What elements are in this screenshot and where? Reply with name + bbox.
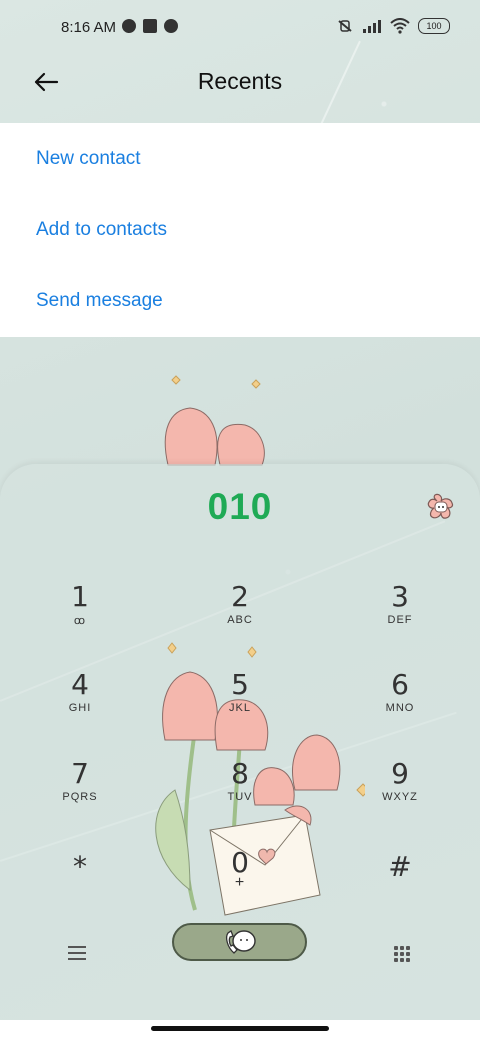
- add-to-contacts-option[interactable]: Add to contacts: [0, 194, 480, 265]
- dialpad-key-5[interactable]: 5 JKL: [180, 670, 300, 750]
- new-contact-option[interactable]: New contact: [0, 123, 480, 194]
- notification-icons: [122, 19, 178, 33]
- dialpad-key-1[interactable]: 1ꝏ: [20, 582, 140, 662]
- mute-vibrate-icon: [338, 20, 352, 32]
- dialpad-key-9[interactable]: 9 WXYZ: [340, 759, 460, 839]
- status-bar: 8:16 AM 100: [0, 0, 480, 56]
- call-button[interactable]: [172, 923, 307, 961]
- hamburger-menu-icon[interactable]: [68, 946, 86, 964]
- system-icons: 100: [336, 18, 450, 34]
- notification-app-icon: [164, 19, 178, 33]
- send-message-option[interactable]: Send message: [0, 265, 480, 336]
- battery-icon: 100: [418, 18, 450, 34]
- notification-app-icon: [122, 19, 136, 33]
- number-actions-menu: New contact Add to contacts Send message: [0, 123, 480, 337]
- dialpad-key-6[interactable]: 6 MNO: [340, 670, 460, 750]
- dialpad-key-3[interactable]: 3 DEF: [340, 582, 460, 662]
- dialpad-key-2[interactable]: 2 ABC: [180, 582, 300, 662]
- app-header: Recents: [0, 56, 480, 122]
- dialpad-key-0[interactable]: 0 +: [180, 848, 300, 928]
- dialpad-key-8[interactable]: 8 TUV: [180, 759, 300, 839]
- signal-icon: [363, 20, 381, 33]
- backspace-icon[interactable]: [425, 491, 457, 523]
- dialpad-grid-icon[interactable]: [394, 946, 410, 962]
- page-title: Recents: [197, 68, 283, 94]
- home-gesture-bar[interactable]: [151, 1026, 329, 1031]
- dialpad-key-hash[interactable]: #: [340, 852, 460, 932]
- dialed-number: 010: [207, 486, 273, 527]
- voicemail-icon: ꝏ: [73, 615, 87, 627]
- notification-square-icon: [143, 19, 157, 33]
- dialpad-key-4[interactable]: 4 GHI: [20, 670, 140, 750]
- dialpad-key-star[interactable]: *: [20, 852, 140, 932]
- status-time: 8:16 AM: [61, 19, 117, 36]
- dialpad-key-7[interactable]: 7 PQRS: [20, 759, 140, 839]
- phone-call-icon: [225, 930, 256, 954]
- wifi-icon: [390, 18, 410, 34]
